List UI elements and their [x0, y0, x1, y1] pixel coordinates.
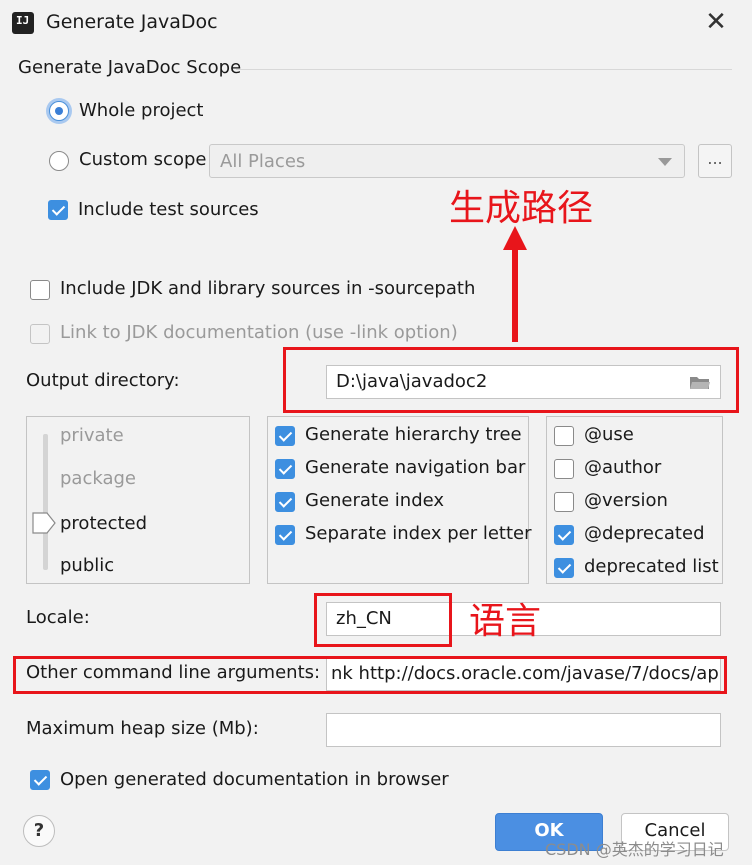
include-test-sources-checkbox[interactable] [48, 200, 68, 220]
use-tag-label[interactable]: @use [584, 424, 634, 445]
include-jdk-label[interactable]: Include JDK and library sources in -sour… [60, 278, 475, 299]
visibility-private[interactable]: private [60, 425, 124, 446]
deprecated-tag-label[interactable]: @deprecated [584, 523, 705, 544]
output-highlight-box [283, 347, 739, 413]
locale-highlight-box [314, 593, 452, 647]
visibility-slider-thumb[interactable] [32, 512, 56, 534]
heap-size-label: Maximum heap size (Mb): [26, 718, 259, 739]
separate-index-checkbox[interactable] [275, 525, 295, 545]
open-browser-label[interactable]: Open generated documentation in browser [60, 769, 449, 790]
navigation-bar-checkbox[interactable] [275, 459, 295, 479]
browse-scope-button[interactable]: ... [698, 144, 732, 178]
watermark: CSDN @英杰的学习日记 [545, 840, 724, 859]
navigation-bar-label[interactable]: Generate navigation bar [305, 457, 525, 478]
version-tag-label[interactable]: @version [584, 490, 668, 511]
hierarchy-tree-checkbox[interactable] [275, 426, 295, 446]
whole-project-radio[interactable] [49, 101, 69, 121]
generate-index-checkbox[interactable] [275, 492, 295, 512]
other-args-highlight-box [13, 656, 727, 694]
open-browser-checkbox[interactable] [30, 770, 50, 790]
deprecated-list-label[interactable]: deprecated list [584, 556, 719, 577]
include-test-sources-label[interactable]: Include test sources [78, 199, 259, 220]
help-button[interactable]: ? [23, 815, 55, 847]
version-tag-checkbox[interactable] [554, 492, 574, 512]
locale-label: Locale: [26, 607, 90, 628]
red-arrow-icon [503, 226, 527, 342]
visibility-package[interactable]: package [60, 468, 136, 489]
scope-section-label: Generate JavaDoc Scope [18, 57, 242, 78]
custom-scope-value: All Places [220, 151, 306, 172]
deprecated-tag-checkbox[interactable] [554, 525, 574, 545]
output-directory-label: Output directory: [26, 370, 180, 391]
dialog-title: Generate JavaDoc [46, 11, 218, 33]
visibility-protected[interactable]: protected [60, 513, 147, 534]
custom-scope-label[interactable]: Custom scope [79, 149, 206, 170]
custom-scope-dropdown[interactable]: All Places [209, 144, 685, 178]
author-tag-checkbox[interactable] [554, 459, 574, 479]
visibility-public[interactable]: public [60, 555, 114, 576]
heap-size-field[interactable] [326, 713, 721, 747]
include-jdk-checkbox[interactable] [30, 280, 50, 300]
link-jdk-label: Link to JDK documentation (use -link opt… [60, 322, 458, 343]
whole-project-label[interactable]: Whole project [79, 100, 204, 121]
deprecated-list-checkbox[interactable] [554, 558, 574, 578]
custom-scope-radio[interactable] [49, 151, 69, 171]
generate-index-label[interactable]: Generate index [305, 490, 444, 511]
section-divider [236, 69, 732, 70]
close-icon[interactable]: ✕ [702, 6, 730, 38]
link-jdk-checkbox[interactable] [30, 324, 50, 344]
chevron-down-icon [658, 158, 672, 166]
language-annotation: 语言 [469, 601, 542, 642]
author-tag-label[interactable]: @author [584, 457, 661, 478]
hierarchy-tree-label[interactable]: Generate hierarchy tree [305, 424, 522, 445]
separate-index-label[interactable]: Separate index per letter [305, 523, 532, 544]
visibility-slider-track[interactable] [43, 434, 48, 570]
intellij-app-icon: IJ [10, 10, 36, 36]
use-tag-checkbox[interactable] [554, 426, 574, 446]
